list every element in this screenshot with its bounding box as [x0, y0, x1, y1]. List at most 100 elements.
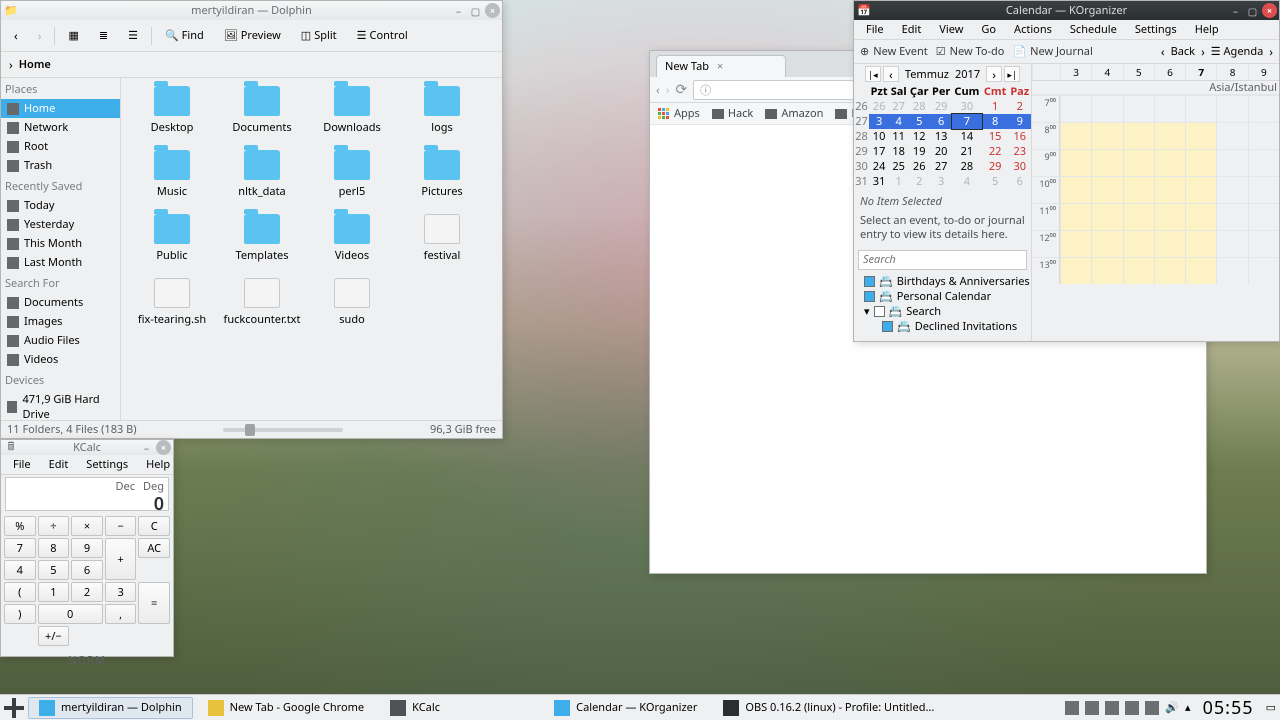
menu-item[interactable]: Settings — [78, 455, 136, 474]
tray-expand-icon[interactable]: ▴ — [1185, 700, 1191, 715]
taskbar-item[interactable]: Calendar — KOrganizer — [543, 697, 708, 719]
breadcrumb[interactable]: Home — [1, 52, 502, 78]
calendar-entry[interactable]: 📇Personal Calendar — [864, 289, 1031, 304]
file-item[interactable]: logs — [397, 86, 487, 150]
korg-titlebar[interactable]: 📅 Calendar — KOrganizer – ▢ × — [854, 1, 1279, 20]
tab-close-icon[interactable]: × — [717, 59, 723, 74]
mini-day[interactable]: 28 — [952, 159, 982, 174]
mini-day[interactable]: 10 — [869, 129, 889, 144]
file-item[interactable]: Desktop — [127, 86, 217, 150]
kcalc-menubar[interactable]: FileEditSettingsHelp — [1, 455, 173, 475]
calc-key[interactable]: C — [138, 516, 170, 536]
agenda-cell[interactable] — [1123, 122, 1154, 149]
agenda-cell[interactable] — [1123, 176, 1154, 203]
mini-day[interactable]: 8 — [982, 114, 1009, 129]
mini-day[interactable]: 6 — [930, 114, 952, 129]
agenda-cell[interactable] — [1060, 95, 1091, 122]
sidebar-item[interactable]: This Month — [1, 234, 120, 253]
agenda-cell[interactable] — [1185, 149, 1216, 176]
mini-day[interactable]: 28 — [908, 99, 930, 114]
nav-back-button[interactable] — [656, 80, 660, 99]
calc-key[interactable]: +/− — [38, 626, 70, 646]
nav-last-button[interactable]: ▸| — [1004, 66, 1020, 82]
calendar-list[interactable]: 📇Birthdays & Anniversaries📇Personal Cale… — [854, 272, 1031, 336]
volume-icon[interactable]: 🔊 — [1165, 700, 1179, 715]
menu-item[interactable]: Help — [1187, 20, 1227, 39]
expand-icon[interactable]: ▾ — [864, 304, 870, 319]
agenda-cell[interactable] — [1060, 257, 1091, 284]
kcalc-window[interactable]: 🖩 KCalc – × FileEditSettingsHelp DecDeg … — [0, 439, 174, 657]
view-compact-button[interactable]: ≣ — [92, 24, 115, 47]
calc-key[interactable]: 9 — [71, 538, 103, 558]
agenda-cell[interactable] — [1185, 230, 1216, 257]
menu-item[interactable]: File — [858, 20, 892, 39]
maximize-button[interactable]: ▢ — [1245, 3, 1260, 18]
taskbar-item[interactable]: OBS 0.16.2 (linux) - Profile: Untitled..… — [712, 697, 945, 719]
calendar-entry[interactable]: ▾📇Search — [864, 304, 1031, 319]
close-button[interactable]: × — [156, 440, 171, 455]
mini-day[interactable]: 9 — [1009, 114, 1031, 129]
agenda-cell[interactable] — [1123, 95, 1154, 122]
mini-month[interactable]: Temmuz — [905, 67, 949, 82]
agenda-cell[interactable] — [1154, 122, 1185, 149]
agenda-cell[interactable] — [1060, 149, 1091, 176]
calc-key[interactable]: ) — [4, 604, 36, 624]
day-header[interactable]: 3 — [1060, 64, 1091, 80]
calendar-entry[interactable]: 📇Birthdays & Anniversaries — [864, 274, 1031, 289]
checkbox[interactable] — [874, 306, 885, 317]
mini-day[interactable]: 14 — [952, 129, 982, 144]
agenda-cell[interactable] — [1123, 257, 1154, 284]
agenda-cell[interactable] — [1123, 203, 1154, 230]
file-item[interactable]: Documents — [217, 86, 307, 150]
agenda-cell[interactable] — [1216, 176, 1247, 203]
file-item[interactable]: fuckcounter.txt — [217, 278, 307, 342]
agenda-cell[interactable] — [1185, 257, 1216, 284]
close-button[interactable]: × — [1262, 3, 1277, 18]
reload-button[interactable]: ⟳ — [675, 80, 687, 99]
agenda-cell[interactable] — [1154, 203, 1185, 230]
mini-day[interactable]: 26 — [869, 99, 889, 114]
menu-item[interactable]: View — [931, 20, 971, 39]
agenda-cell[interactable] — [1185, 203, 1216, 230]
find-button[interactable]: 🔍 Find — [158, 24, 211, 47]
tray-icon[interactable] — [1145, 701, 1159, 715]
calc-key[interactable]: 8 — [38, 538, 70, 558]
calc-key[interactable]: AC — [138, 538, 170, 558]
mini-day[interactable]: 19 — [908, 144, 930, 159]
agenda-cell[interactable] — [1185, 95, 1216, 122]
new-journal-button[interactable]: 📄 New Journal — [1012, 44, 1092, 59]
mini-day[interactable]: 29 — [982, 159, 1009, 174]
forward-button[interactable] — [31, 23, 49, 48]
tray-icon[interactable] — [1105, 701, 1119, 715]
agenda-cell[interactable] — [1216, 149, 1247, 176]
mini-day[interactable]: 25 — [889, 159, 908, 174]
close-button[interactable]: × — [485, 3, 500, 18]
bookmark-item[interactable]: Hack — [712, 106, 753, 121]
agenda-cell[interactable] — [1248, 230, 1279, 257]
calendar-entry[interactable]: 📇Declined Invitations — [864, 319, 1031, 334]
menu-item[interactable]: Actions — [1006, 20, 1060, 39]
menu-item[interactable]: Edit — [894, 20, 930, 39]
mini-day[interactable]: 17 — [869, 144, 889, 159]
agenda-cell[interactable] — [1123, 149, 1154, 176]
taskbar-item[interactable]: New Tab - Google Chrome — [197, 697, 376, 719]
mini-day[interactable]: 22 — [982, 144, 1009, 159]
calc-key[interactable]: % — [4, 516, 36, 536]
calc-key[interactable]: 3 — [105, 582, 137, 602]
mini-day[interactable]: 21 — [952, 144, 982, 159]
minimize-button[interactable]: – — [1228, 3, 1243, 18]
sidebar-item[interactable]: Images — [1, 312, 120, 331]
calc-key[interactable]: 6 — [71, 560, 103, 580]
korg-menubar[interactable]: FileEditViewGoActionsScheduleSettingsHel… — [854, 20, 1279, 40]
agenda-cell[interactable] — [1091, 95, 1122, 122]
file-item[interactable]: Downloads — [307, 86, 397, 150]
sidebar-item[interactable]: Root — [1, 137, 120, 156]
minimize-button[interactable]: – — [451, 3, 466, 18]
menu-item[interactable]: File — [5, 455, 39, 474]
mini-day[interactable]: 12 — [908, 129, 930, 144]
calc-key[interactable]: ÷ — [38, 516, 70, 536]
file-item[interactable]: Videos — [307, 214, 397, 278]
minimize-button[interactable]: – — [139, 440, 154, 455]
agenda-cell[interactable] — [1060, 230, 1091, 257]
sidebar-item[interactable]: Network — [1, 118, 120, 137]
